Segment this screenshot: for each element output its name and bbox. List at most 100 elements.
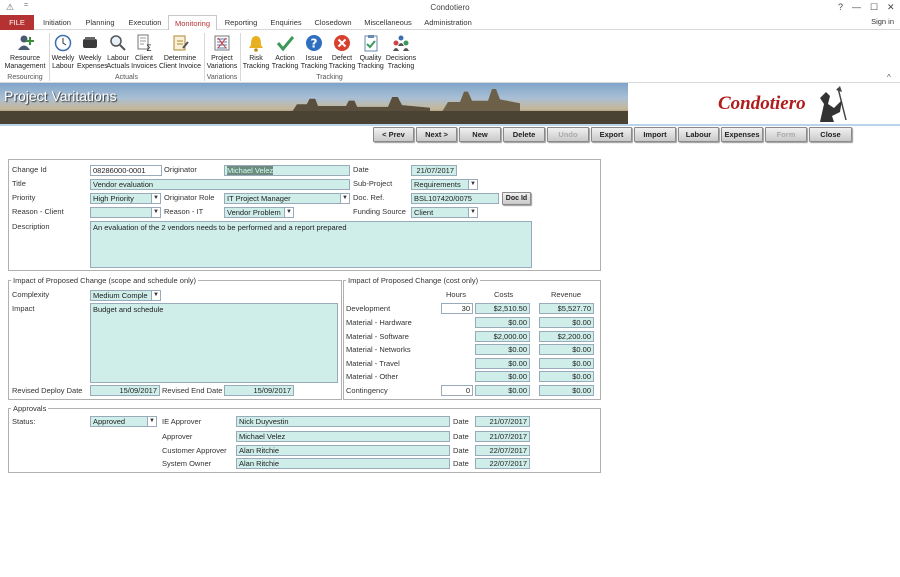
revenue-field[interactable]: $0.00 <box>539 344 594 355</box>
chevron-down-icon[interactable]: ▼ <box>468 180 477 189</box>
revenue-field[interactable]: $0.00 <box>539 317 594 328</box>
doc-id-button[interactable]: Doc Id <box>502 192 531 205</box>
cost-field[interactable]: $2,510.50 <box>475 303 530 314</box>
decisions-tracking-button[interactable]: Decisions Tracking <box>385 34 417 71</box>
reason-client-select[interactable]: ▼ <box>90 207 161 218</box>
revenue-field[interactable]: $0.00 <box>539 385 594 396</box>
risk-tracking-button[interactable]: Risk Tracking <box>242 34 270 71</box>
approval-date-field[interactable]: 22/07/2017 <box>475 458 530 469</box>
close-button[interactable]: Close <box>809 127 852 142</box>
bell-icon <box>247 34 265 52</box>
subproject-select[interactable]: Requirements ▼ <box>411 179 478 190</box>
question-icon: ? <box>305 34 323 52</box>
tab-monitoring[interactable]: Monitoring <box>168 15 217 31</box>
minimize-icon[interactable]: — <box>852 2 861 12</box>
approval-date-field[interactable]: 21/07/2017 <box>475 431 530 442</box>
help-icon[interactable]: ? <box>838 2 843 12</box>
labour-actuals-button[interactable]: Labour Actuals <box>105 34 131 71</box>
cost-field[interactable]: $0.00 <box>475 317 530 328</box>
cost-row-label: Contingency <box>346 386 388 395</box>
impact-field[interactable]: Budget and schedule <box>90 303 338 383</box>
weekly-labour-button[interactable]: Weekly Labour <box>51 34 75 71</box>
user-add-icon <box>16 34 34 52</box>
determine-client-invoice-button[interactable]: Determine Client Invoice <box>158 34 202 71</box>
cost-field[interactable]: $0.00 <box>475 371 530 382</box>
reason-it-select[interactable]: Vendor Problem ▼ <box>224 207 294 218</box>
form-button[interactable]: Form <box>765 127 807 142</box>
docref-field[interactable]: BSL107420/0075 <box>411 193 499 204</box>
date-label: Date <box>353 165 369 174</box>
status-select[interactable]: Approved ▼ <box>90 416 157 427</box>
import-button[interactable]: Import <box>634 127 676 142</box>
change-id-field[interactable]: 08286000-0001 <box>90 165 162 176</box>
tab-execution[interactable]: Execution <box>124 15 166 30</box>
funding-source-select[interactable]: Client ▼ <box>411 207 478 218</box>
action-tracking-button[interactable]: Action Tracking <box>270 34 300 71</box>
chevron-down-icon[interactable]: ▼ <box>151 291 160 300</box>
approver-name-field[interactable]: Nick Duyvestin <box>236 416 450 427</box>
cost-field[interactable]: $0.00 <box>475 358 530 369</box>
originator-label: Originator <box>164 165 197 174</box>
expenses-button[interactable]: Expenses <box>721 127 763 142</box>
approval-date-field[interactable]: 22/07/2017 <box>475 445 530 456</box>
client-invoices-button[interactable]: Σ Client Invoices <box>131 34 157 71</box>
originator-role-select[interactable]: IT Project Manager ▼ <box>224 193 350 204</box>
undo-button[interactable]: Undo <box>547 127 589 142</box>
tab-miscellaneous[interactable]: Miscellaneous <box>360 15 416 30</box>
weekly-expenses-button[interactable]: Weekly Expenses <box>77 34 108 71</box>
tab-enquiries[interactable]: Enquiries <box>266 15 306 30</box>
cost-field[interactable]: $2,000.00 <box>475 331 530 342</box>
maximize-icon[interactable]: ☐ <box>870 2 878 13</box>
chevron-down-icon[interactable]: ▼ <box>284 208 293 217</box>
tab-reporting[interactable]: Reporting <box>220 15 262 30</box>
tab-closedown[interactable]: Closedown <box>310 15 356 30</box>
chevron-down-icon[interactable]: ▼ <box>151 208 160 217</box>
tab-initiation[interactable]: Initiation <box>38 15 76 30</box>
approver-name-field[interactable]: Michael Velez <box>236 431 450 442</box>
tab-planning[interactable]: Planning <box>80 15 120 30</box>
cost-field[interactable]: $0.00 <box>475 385 530 396</box>
revenue-field[interactable]: $0.00 <box>539 358 594 369</box>
description-field[interactable]: An evaluation of the 2 vendors needs to … <box>90 221 532 268</box>
revenue-field[interactable]: $5,527.70 <box>539 303 594 314</box>
sign-in-link[interactable]: Sign in <box>871 17 894 26</box>
approver-name-field[interactable]: Alan Ritchie <box>236 445 450 456</box>
title-label: Title <box>12 179 26 188</box>
collapse-ribbon-icon[interactable]: ^ <box>887 73 891 82</box>
title-bar: ⚠ = Condotiero ? — ☐ ✕ <box>0 0 900 15</box>
group-label-tracking: Tracking <box>316 74 343 81</box>
new-button[interactable]: New <box>459 127 501 142</box>
defect-tracking-button[interactable]: Defect Tracking <box>328 34 356 71</box>
quality-tracking-button[interactable]: Quality Tracking <box>356 34 385 71</box>
title-field[interactable]: Vendor evaluation <box>90 179 350 190</box>
approver-name-field[interactable]: Alan Ritchie <box>236 458 450 469</box>
issue-tracking-button[interactable]: ? Issue Tracking <box>300 34 328 71</box>
delete-button[interactable]: Delete <box>503 127 545 142</box>
date-field[interactable]: 21/07/2017 <box>411 165 457 176</box>
project-variations-button[interactable]: Project Variations <box>206 34 238 71</box>
close-window-icon[interactable]: ✕ <box>887 2 895 13</box>
priority-select[interactable]: High Priority ▼ <box>90 193 161 204</box>
chevron-down-icon[interactable]: ▼ <box>151 194 160 203</box>
export-button[interactable]: Export <box>591 127 632 142</box>
revenue-field[interactable]: $2,200.00 <box>539 331 594 342</box>
revised-deploy-field[interactable]: 15/09/2017 <box>90 385 160 396</box>
labour-button[interactable]: Labour <box>678 127 719 142</box>
next-button[interactable]: Next > <box>416 127 457 142</box>
cost-field[interactable]: $0.00 <box>475 344 530 355</box>
complexity-select[interactable]: Medium Comple ▼ <box>90 290 161 301</box>
tab-administration[interactable]: Administration <box>420 15 476 30</box>
tab-file[interactable]: FILE <box>0 15 34 30</box>
chevron-down-icon[interactable]: ▼ <box>468 208 477 217</box>
prev-button[interactable]: < Prev <box>373 127 414 142</box>
approval-date-field[interactable]: 21/07/2017 <box>475 416 530 427</box>
revenue-field[interactable]: $0.00 <box>539 371 594 382</box>
reason-it-label: Reason - IT <box>164 207 204 216</box>
originator-field[interactable]: Michael Velez <box>224 165 350 176</box>
chevron-down-icon[interactable]: ▼ <box>147 417 156 426</box>
resource-management-button[interactable]: Resource Management <box>3 34 47 71</box>
hours-field[interactable]: 30 <box>441 303 473 314</box>
chevron-down-icon[interactable]: ▼ <box>340 194 349 203</box>
revised-end-field[interactable]: 15/09/2017 <box>224 385 294 396</box>
hours-field[interactable]: 0 <box>441 385 473 396</box>
